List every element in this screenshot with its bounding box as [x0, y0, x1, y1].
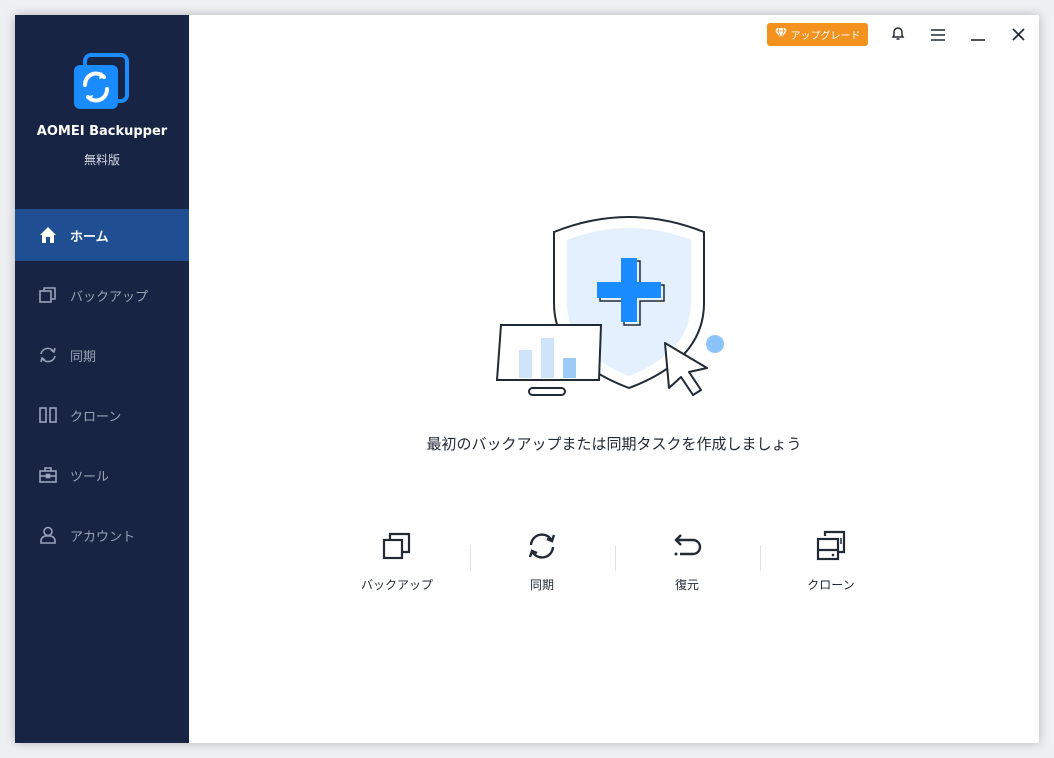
minimize-icon [971, 26, 985, 45]
backup-icon [38, 285, 58, 305]
action-divider [760, 545, 761, 571]
menu-button[interactable] [926, 23, 950, 47]
diamond-icon [774, 27, 787, 41]
sidebar-item-label: 同期 [70, 349, 97, 365]
page-headline: 最初のバックアップまたは同期タスクを作成しましょう [426, 435, 802, 453]
close-icon [1011, 26, 1025, 45]
main-panel: アップグレード 最初のバックアップまたは同期タスクを作成しましょう バックアップ… [189, 15, 1039, 743]
sync-icon [526, 530, 558, 562]
action-restore-button[interactable]: 復元 [637, 530, 737, 600]
upgrade-label: アップグレード [790, 31, 861, 42]
app-logo-icon [72, 53, 132, 117]
upgrade-button[interactable]: アップグレード [767, 23, 868, 46]
sidebar-item-sync[interactable]: 同期 [15, 329, 189, 381]
sidebar-item-label: クローン [70, 409, 122, 425]
sidebar-item-label: ホーム [70, 229, 109, 245]
clone-icon [815, 530, 847, 562]
hero-illustration [479, 208, 739, 402]
sidebar-item-label: バックアップ [70, 289, 149, 305]
action-label: クローン [807, 578, 855, 592]
backup-icon [381, 530, 413, 562]
toolbox-icon [38, 465, 58, 485]
sidebar-item-home[interactable]: ホーム [15, 209, 189, 261]
sidebar-item-account[interactable]: アカウント [15, 509, 189, 561]
action-sync-button[interactable]: 同期 [492, 530, 592, 600]
action-label: 同期 [529, 578, 554, 592]
action-label: 復元 [674, 578, 699, 592]
sidebar-item-tools[interactable]: ツール [15, 449, 189, 501]
sidebar-item-label: アカウント [70, 529, 136, 545]
action-divider [470, 545, 471, 571]
action-divider [615, 545, 616, 571]
sidebar-item-clone[interactable]: クローン [15, 389, 189, 441]
action-backup-button[interactable]: バックアップ [347, 530, 447, 600]
app-window: AOMEI Backupper 無料版 ホーム バックアップ 同期 クローン ツ… [15, 15, 1039, 743]
home-icon [38, 225, 58, 245]
app-name: AOMEI Backupper [36, 124, 168, 139]
clone-icon [38, 405, 58, 425]
sync-icon [38, 345, 58, 365]
sidebar-item-backup[interactable]: バックアップ [15, 269, 189, 321]
restore-icon [671, 530, 703, 562]
menu-icon [931, 26, 945, 45]
app-edition: 無料版 [83, 153, 120, 167]
action-label: バックアップ [360, 578, 433, 592]
notification-button[interactable] [886, 23, 910, 47]
action-clone-button[interactable]: クローン [781, 530, 881, 600]
user-icon [38, 525, 58, 545]
sidebar-item-label: ツール [70, 469, 110, 485]
close-button[interactable] [1006, 23, 1030, 47]
minimize-button[interactable] [966, 23, 990, 47]
bell-icon [890, 25, 906, 45]
sidebar: AOMEI Backupper 無料版 ホーム バックアップ 同期 クローン ツ… [15, 15, 189, 743]
